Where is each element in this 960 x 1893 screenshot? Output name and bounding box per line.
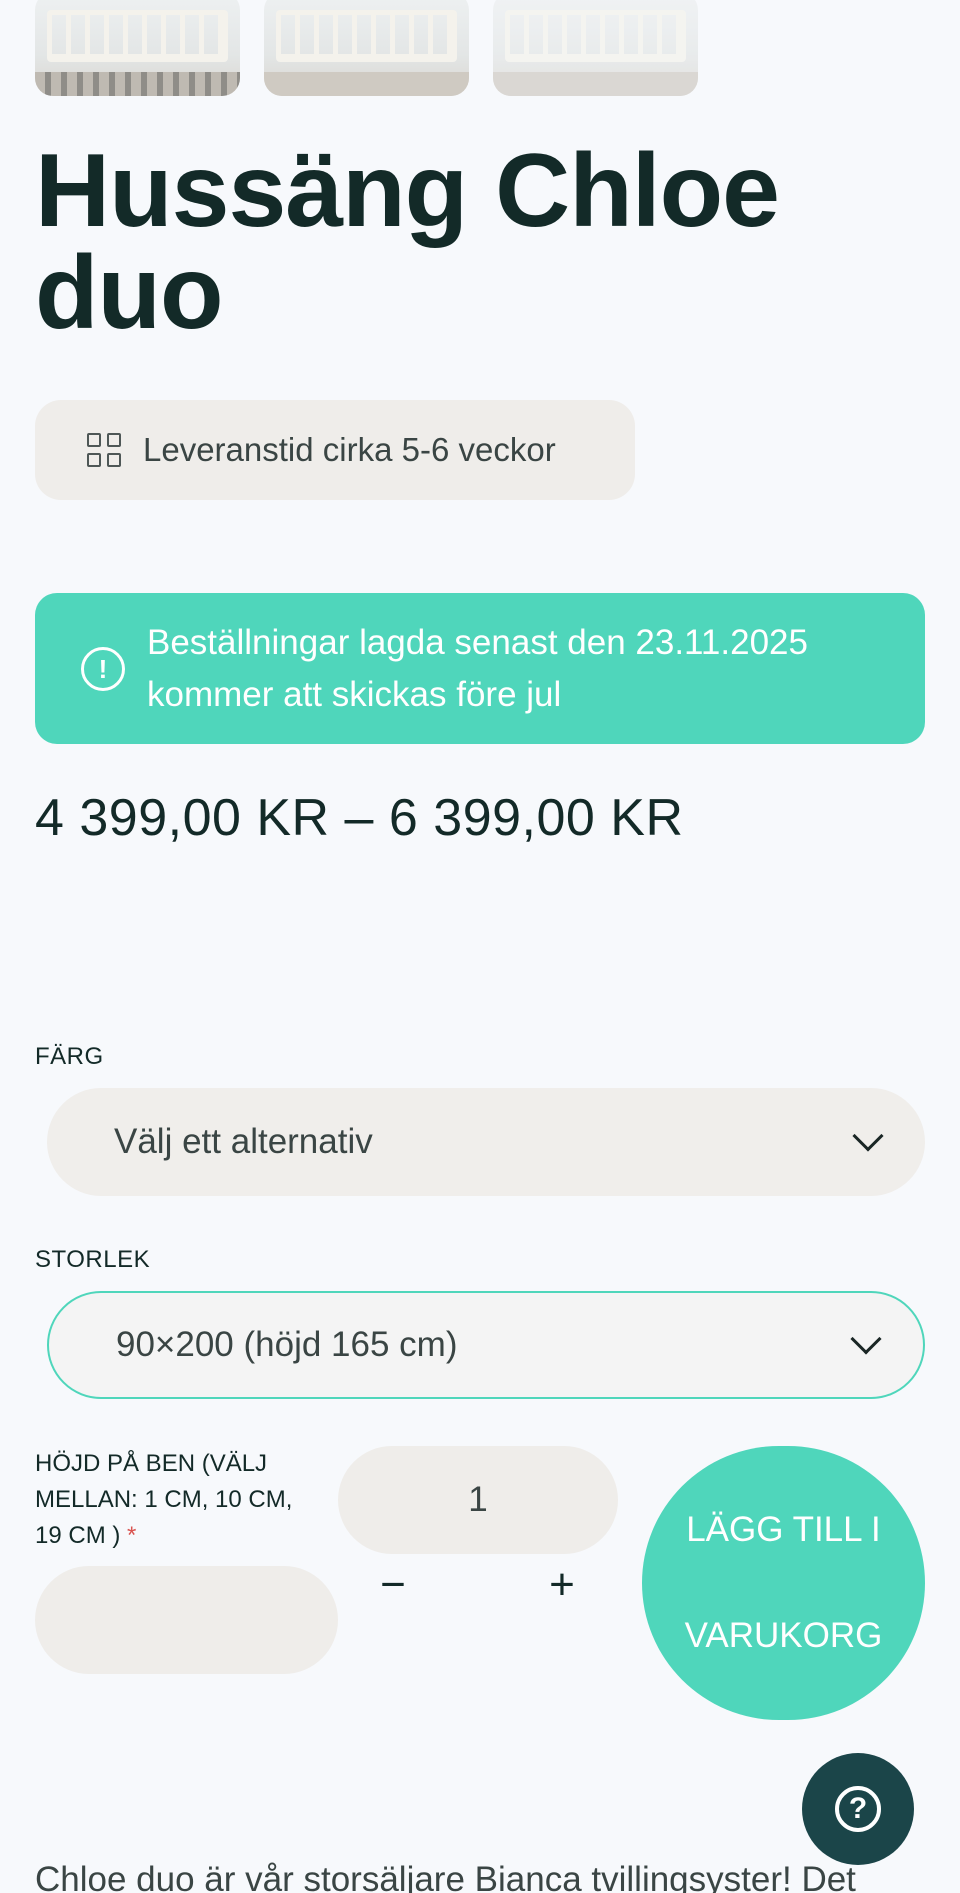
delivery-time-text: Leveranstid cirka 5-6 veckor xyxy=(143,431,556,468)
add-to-cart-label-1: LÄGG TILL I xyxy=(686,1510,881,1549)
notice-line-2: kommer att skickas före jul xyxy=(147,674,562,714)
notice-text: Beställningar lagda senast den 23.11.202… xyxy=(147,617,808,721)
quantity-decrease-button[interactable]: − xyxy=(373,1560,413,1610)
gallery-thumbnail-1[interactable] xyxy=(35,0,240,96)
color-label: FÄRG xyxy=(35,1043,104,1070)
add-to-cart-button[interactable]: LÄGG TILL I VARUKORG xyxy=(642,1446,925,1720)
size-select-value: 90×200 (höjd 165 cm) xyxy=(116,1325,458,1364)
gallery-thumbnail-2[interactable] xyxy=(264,0,469,96)
size-label: STORLEK xyxy=(35,1246,151,1273)
leg-height-label-text: HÖJD PÅ BEN (VÄLJ MELLAN: 1 CM, 10 CM, 1… xyxy=(35,1450,293,1549)
exclamation-icon: ! xyxy=(81,646,125,691)
christmas-shipping-notice: ! Beställningar lagda senast den 23.11.2… xyxy=(35,593,925,744)
leg-height-label: HÖJD PÅ BEN (VÄLJ MELLAN: 1 CM, 10 CM, 1… xyxy=(35,1446,325,1554)
product-gallery-thumbnails xyxy=(35,0,698,96)
chevron-down-icon xyxy=(852,1120,884,1152)
color-select[interactable]: Välj ett alternativ xyxy=(47,1088,925,1196)
product-title: Hussäng Chloe duo xyxy=(35,133,780,351)
question-mark-icon: ? xyxy=(835,1786,881,1832)
add-to-cart-label-2: VARUKORG xyxy=(684,1616,883,1655)
notice-line-1: Beställningar lagda senast den 23.11.202… xyxy=(147,622,808,662)
delivery-time-badge: Leveranstid cirka 5-6 veckor xyxy=(35,400,635,500)
chevron-down-icon xyxy=(850,1323,882,1355)
required-asterisk: * xyxy=(127,1522,137,1549)
quantity-increase-button[interactable]: + xyxy=(542,1560,582,1610)
size-select[interactable]: 90×200 (höjd 165 cm) xyxy=(47,1291,925,1399)
color-select-value: Välj ett alternativ xyxy=(114,1122,373,1161)
leg-height-input[interactable] xyxy=(35,1566,338,1674)
price-range: 4 399,00 KR – 6 399,00 KR xyxy=(35,789,684,847)
grid-icon xyxy=(87,433,121,467)
help-button[interactable]: ? xyxy=(802,1753,914,1865)
gallery-thumbnail-3[interactable] xyxy=(493,0,698,96)
quantity-input[interactable]: 1 xyxy=(338,1446,618,1554)
product-description: Chloe duo är vår storsäljare Bianca tvil… xyxy=(35,1860,856,1893)
